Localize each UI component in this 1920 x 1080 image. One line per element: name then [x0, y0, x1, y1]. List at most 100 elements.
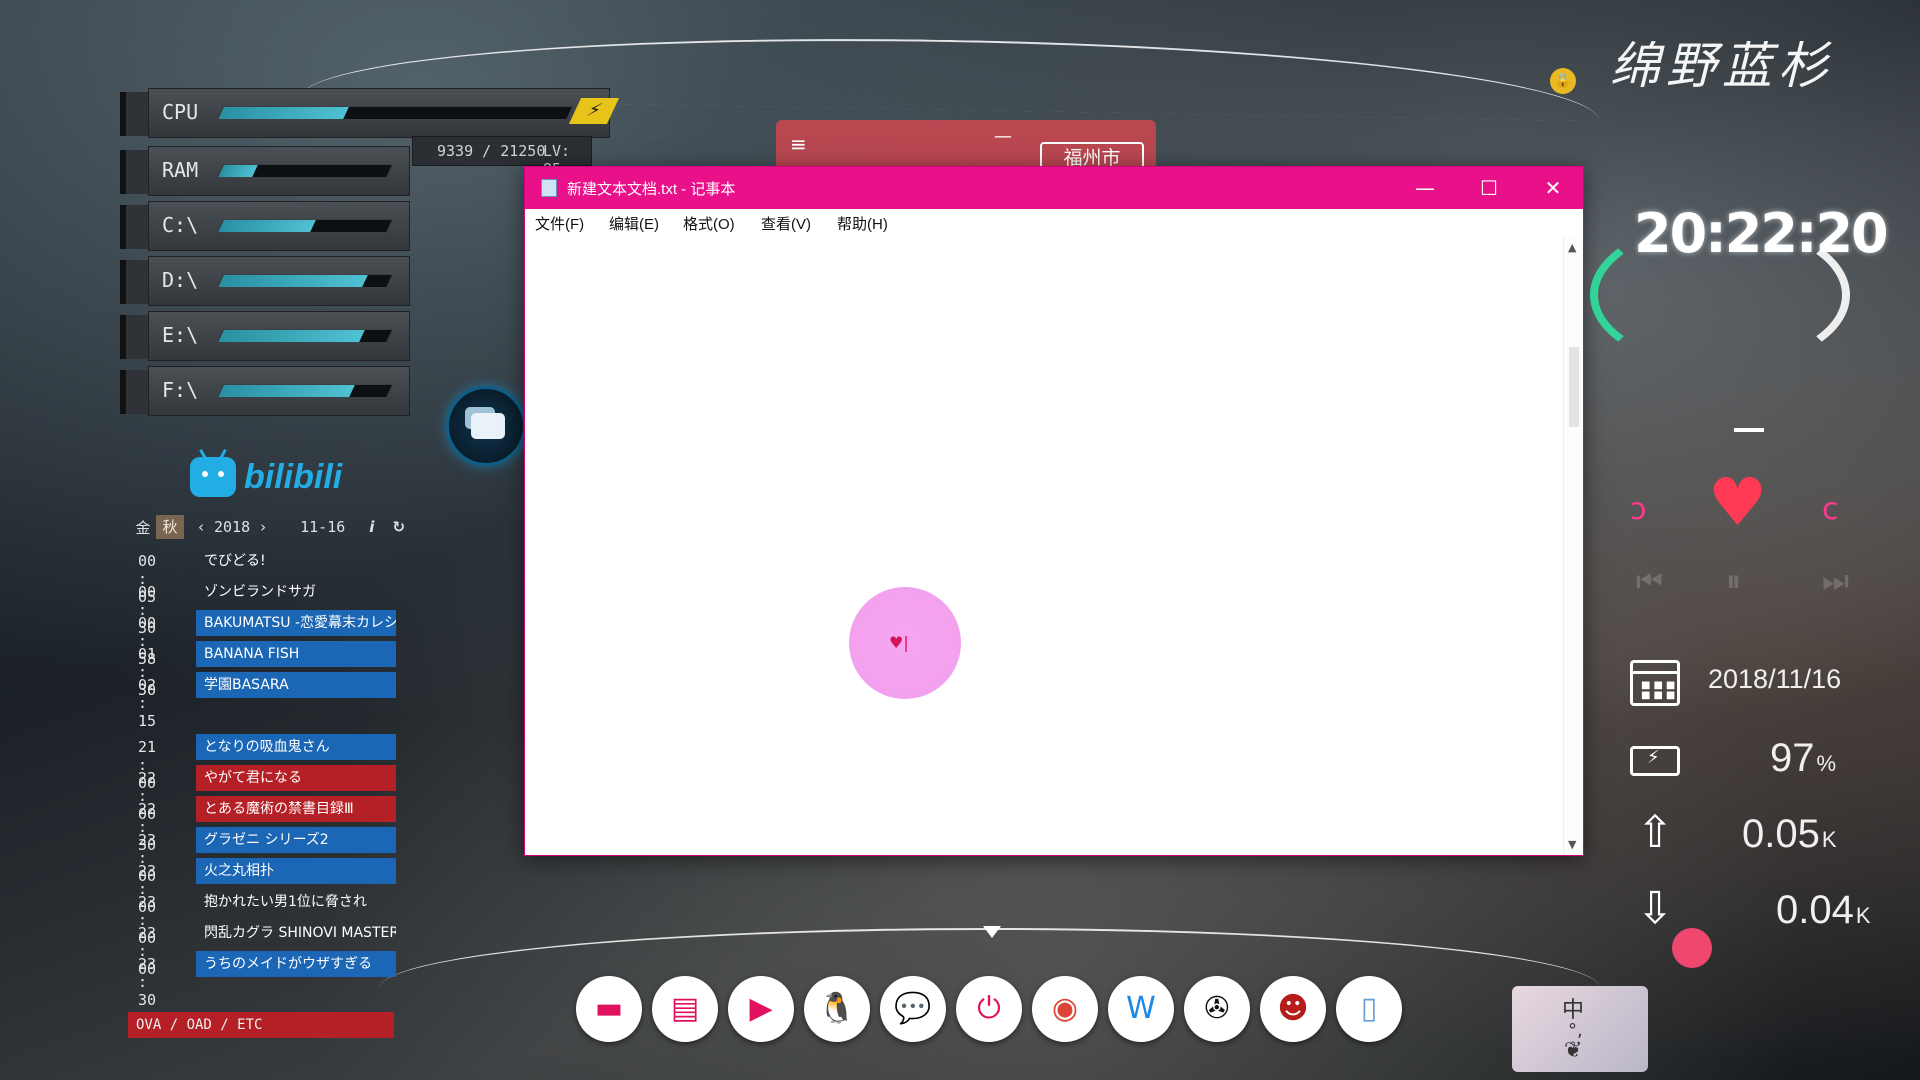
- desktop-icon[interactable]: ▬: [576, 976, 642, 1042]
- bilibili-tv-icon: [190, 457, 236, 497]
- text-cursor-icon: ♥|: [889, 633, 909, 652]
- next-year-button[interactable]: ›: [260, 518, 266, 536]
- schedule-title: うちのメイドがウザすぎる: [196, 951, 396, 977]
- next-track-icon[interactable]: ⏭: [1822, 564, 1849, 599]
- wps-icon[interactable]: W: [1108, 976, 1174, 1042]
- chrome-icon[interactable]: ◉: [1032, 976, 1098, 1042]
- refresh-icon[interactable]: ↻: [392, 518, 405, 536]
- heart-icon[interactable]: ♥: [1708, 470, 1767, 536]
- chat-widget-button[interactable]: [446, 386, 526, 466]
- menu-icon[interactable]: ≡: [790, 132, 807, 156]
- qq-penguin-icon[interactable]: 🐧: [804, 976, 870, 1042]
- presentation-icon[interactable]: ▤: [652, 976, 718, 1042]
- battery-unit: %: [1816, 751, 1837, 776]
- prev-year-button[interactable]: ‹: [198, 518, 204, 536]
- schedule-time: 02 : 15: [138, 676, 157, 730]
- notepad-window: 新建文本文档.txt - 记事本 — ☐ ✕ 文件(F) 编辑(E) 格式(O)…: [524, 166, 1584, 856]
- close-button[interactable]: ✕: [1521, 167, 1585, 209]
- maximize-button[interactable]: ☐: [1457, 167, 1521, 209]
- season-button[interactable]: 秋: [156, 515, 184, 539]
- monitor-row-d: D:\: [120, 256, 410, 306]
- clock-time: 20:22:20: [1634, 202, 1889, 265]
- scroll-down-icon[interactable]: ▼: [1568, 838, 1576, 851]
- download-value: 0.04: [1776, 888, 1854, 932]
- pause-icon[interactable]: ⏸: [1726, 564, 1741, 599]
- year-label: 2018: [214, 518, 251, 536]
- video-player-icon[interactable]: ▶: [728, 976, 794, 1042]
- monitor-label: E:\: [162, 323, 199, 347]
- previous-track-icon[interactable]: ⏮: [1636, 564, 1663, 599]
- monitor-row-ram: RAM: [120, 146, 410, 196]
- menu-format[interactable]: 格式(O): [683, 213, 735, 234]
- download-unit: K: [1855, 903, 1871, 928]
- ova-footer[interactable]: OVA / OAD / ETC: [128, 1012, 394, 1038]
- upload-arrow-icon: ⇧: [1636, 807, 1674, 858]
- ironman-icon[interactable]: ☻: [1260, 976, 1326, 1042]
- bracket: [120, 315, 148, 359]
- menu-file[interactable]: 文件(F): [535, 213, 584, 234]
- schedule-title: とある魔術の禁書目録Ⅲ: [196, 796, 396, 822]
- usage-fill: [218, 220, 317, 232]
- vertical-scrollbar[interactable]: ▲ ▼: [1563, 237, 1583, 855]
- notepad-app-icon: [541, 179, 557, 197]
- upload-readout: 0.05K: [1742, 812, 1837, 857]
- menu-edit[interactable]: 编辑(E): [609, 213, 659, 234]
- schedule-header: 金 秋 ‹ 2018 › 11-16 i ↻: [130, 514, 423, 540]
- usage-fill: [218, 330, 365, 342]
- usage-fill: [218, 165, 258, 177]
- schedule-title: グラゼニ シリーズ2: [196, 827, 396, 853]
- schedule-title: 抱かれたい男1位に脅され: [204, 894, 367, 910]
- date-value: 2018/11/16: [1708, 664, 1842, 694]
- monitor-row-c: C:\: [120, 201, 410, 251]
- usage-fill: [218, 107, 350, 119]
- exp-value: 9339 / 21250: [437, 142, 546, 160]
- schedule-title: BANANA FISH: [196, 641, 396, 667]
- cursor-highlight: ♥|: [849, 587, 961, 699]
- monitor-label: C:\: [162, 213, 199, 237]
- decorative-pin: [983, 926, 1001, 938]
- menu-help[interactable]: 帮助(H): [837, 213, 888, 234]
- schedule-title: ゾンビランドサガ: [204, 584, 316, 600]
- bracket: [120, 370, 148, 414]
- info-icon[interactable]: i: [369, 518, 374, 536]
- signature-text: 绵野蓝杉: [1610, 37, 1834, 95]
- usage-bar: [216, 219, 394, 233]
- weekday-label: 金: [135, 518, 151, 537]
- monitor-row-cpu: CPU: [120, 88, 610, 138]
- weather-minimize-button[interactable]: —: [994, 126, 1012, 147]
- ime-widget[interactable]: 中 °, ❦: [1512, 986, 1648, 1072]
- usage-bar: [216, 329, 394, 343]
- usage-bar: [216, 274, 394, 288]
- menu-view[interactable]: 查看(V): [761, 213, 811, 234]
- bracket: [120, 260, 148, 304]
- power-icon[interactable]: ⏻: [956, 976, 1022, 1042]
- scroll-thumb[interactable]: [1569, 347, 1579, 427]
- monitor-label: CPU: [162, 100, 199, 124]
- upload-value: 0.05: [1742, 812, 1820, 856]
- fan-icon[interactable]: ✇: [1184, 976, 1250, 1042]
- wechat-icon[interactable]: 💬: [880, 976, 946, 1042]
- scroll-up-icon[interactable]: ▲: [1568, 241, 1576, 254]
- pink-indicator: [1672, 928, 1712, 968]
- battery-icon: ⚡: [1630, 746, 1680, 776]
- usage-bar: [216, 384, 394, 398]
- calendar-icon: ■■■ ■■■: [1630, 660, 1680, 706]
- bracket: [120, 150, 148, 194]
- right-wing-icon: c: [1822, 492, 1839, 527]
- lock-icon[interactable]: 🔒: [1550, 68, 1576, 94]
- bilibili-logo[interactable]: bilibili: [190, 452, 342, 502]
- document-icon[interactable]: ▯: [1336, 976, 1402, 1042]
- bracket: [120, 92, 148, 136]
- schedule-title: となりの吸血鬼さん: [196, 734, 396, 760]
- schedule-title: 学園BASARA: [196, 672, 396, 698]
- battery-value: 97: [1770, 736, 1815, 780]
- monitor-label: F:\: [162, 378, 199, 402]
- left-wing-icon: ↄ: [1630, 492, 1647, 527]
- monitor-row-f: F:\: [120, 366, 410, 416]
- monitor-label: RAM: [162, 158, 199, 182]
- monitor-label: D:\: [162, 268, 199, 292]
- notepad-titlebar[interactable]: 新建文本文档.txt - 记事本 — ☐ ✕: [525, 167, 1583, 209]
- text-editor-area[interactable]: [525, 237, 1565, 855]
- usage-bar: [216, 164, 394, 178]
- minimize-button[interactable]: —: [1393, 167, 1457, 209]
